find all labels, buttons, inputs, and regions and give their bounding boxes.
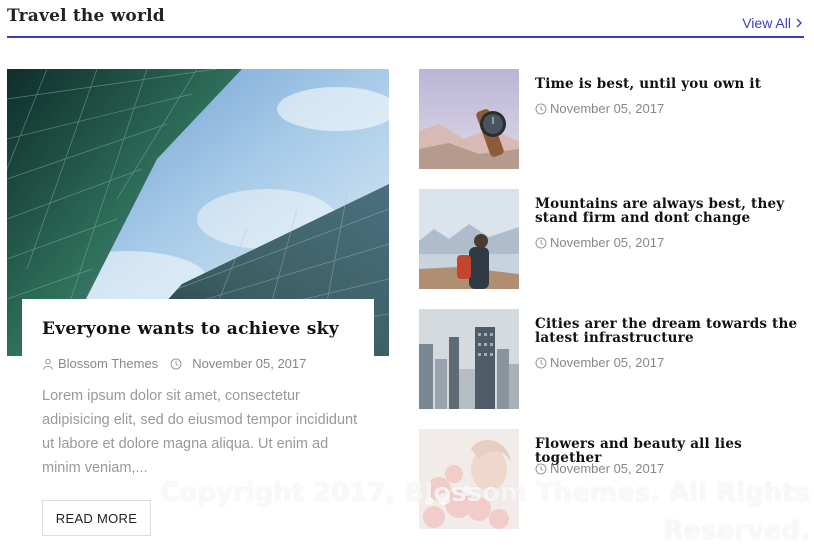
section-title: Travel the world: [7, 6, 165, 26]
city-skyline-photo: [419, 309, 519, 409]
hiker-photo: [419, 189, 519, 289]
view-all-link[interactable]: View All: [742, 15, 804, 31]
clock-icon: [170, 358, 182, 369]
wristwatch-photo: [419, 69, 519, 169]
post-title[interactable]: Mountains are always best, they stand fi…: [535, 197, 805, 225]
woman-with-flowers-photo: [419, 429, 519, 529]
user-icon: [43, 358, 53, 370]
post-item: Time is best, until you own it November …: [419, 69, 809, 169]
post-date-text: November 05, 2017: [550, 461, 665, 476]
post-thumbnail[interactable]: [419, 189, 519, 289]
chevron-right-icon: [796, 18, 802, 28]
post-date-text: November 05, 2017: [550, 235, 665, 250]
post-date: November 05, 2017: [535, 355, 664, 370]
post-thumbnail[interactable]: [419, 69, 519, 169]
featured-post-card: Everyone wants to achieve sky: [22, 299, 374, 359]
section-header: Travel the world View All: [7, 0, 804, 38]
clock-icon: [535, 357, 547, 368]
featured-post-title[interactable]: Everyone wants to achieve sky: [42, 319, 339, 339]
featured-post-excerpt: Lorem ipsum dolor sit amet, consectetur …: [42, 388, 358, 476]
post-item: Mountains are always best, they stand fi…: [419, 189, 809, 289]
post-item: Cities arer the dream towards the latest…: [419, 309, 809, 409]
clock-icon: [535, 237, 547, 248]
post-date-text: November 05, 2017: [550, 355, 665, 370]
post-item: Flowers and beauty all lies together Nov…: [419, 429, 809, 529]
view-all-label: View All: [742, 15, 791, 31]
read-more-button[interactable]: READ MORE: [42, 500, 151, 536]
clock-icon: [535, 103, 547, 114]
featured-post-meta: Blossom Themes November 05, 2017: [42, 356, 306, 371]
post-thumbnail[interactable]: [419, 429, 519, 529]
post-title[interactable]: Cities arer the dream towards the latest…: [535, 317, 805, 345]
post-thumbnail[interactable]: [419, 309, 519, 409]
post-title[interactable]: Time is best, until you own it: [535, 77, 805, 91]
post-date: November 05, 2017: [535, 101, 664, 116]
clock-icon: [535, 463, 547, 474]
post-date-text: November 05, 2017: [550, 101, 665, 116]
featured-post-date: November 05, 2017: [192, 356, 307, 371]
post-date: November 05, 2017: [535, 235, 664, 250]
post-date: November 05, 2017: [535, 461, 664, 476]
featured-post-author[interactable]: Blossom Themes: [58, 356, 158, 371]
